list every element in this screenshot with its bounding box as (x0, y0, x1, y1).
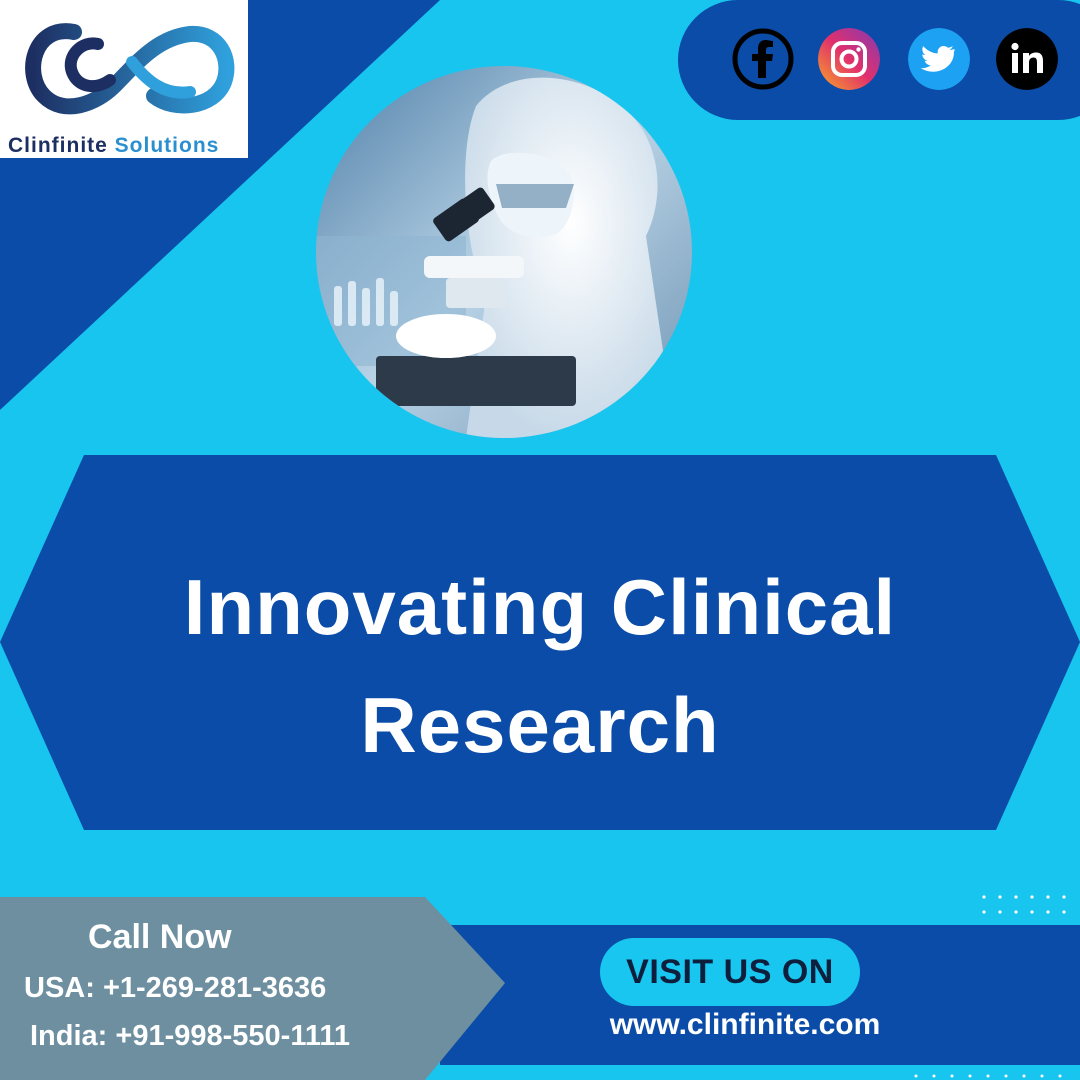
social-bar (678, 0, 1080, 120)
twitter-icon[interactable] (908, 28, 970, 90)
scientist-microscope-photo (316, 66, 692, 438)
website-link[interactable]: www.clinfinite.com (560, 1008, 930, 1042)
instagram-icon[interactable] (818, 28, 880, 90)
decorative-dots-bottom (914, 1074, 1062, 1078)
linkedin-icon[interactable] (996, 28, 1058, 90)
headline-line-1: Innovating Clinical (183, 563, 897, 651)
call-now-heading: Call Now (88, 918, 232, 956)
india-phone[interactable]: India: +91-998-550-1111 (30, 1020, 350, 1053)
logo-wordmark: Clinfinite Solutions (8, 134, 219, 158)
poster: Clinfinite Solutions Innovating Clinical… (0, 0, 1080, 1080)
logo-name-part1: Clinfinite (8, 134, 108, 157)
headline: Innovating Clinical Research (90, 548, 990, 784)
decorative-dots (982, 895, 1066, 914)
logo-name-part2: Solutions (114, 134, 220, 157)
facebook-icon[interactable] (732, 28, 794, 90)
visit-us-button[interactable]: VISIT US ON (600, 938, 860, 1006)
usa-phone[interactable]: USA: +1-269-281-3636 (24, 972, 326, 1005)
logo[interactable]: Clinfinite Solutions (0, 0, 248, 158)
infinity-logo-icon (25, 23, 235, 115)
headline-line-2: Research (360, 681, 720, 769)
